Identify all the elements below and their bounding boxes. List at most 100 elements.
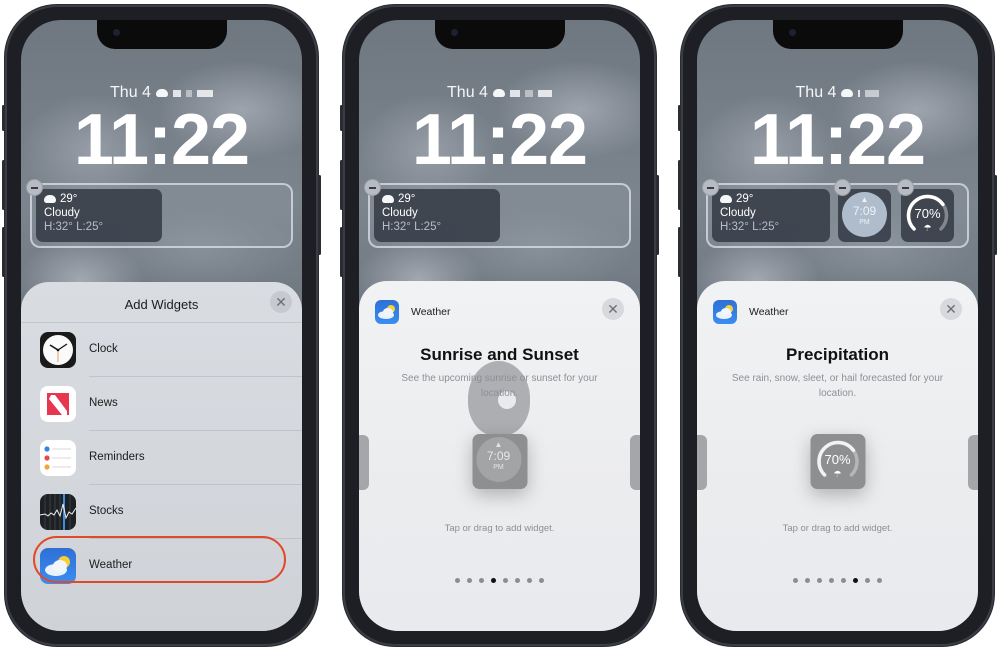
silent-switch bbox=[678, 105, 681, 131]
power-button bbox=[318, 175, 321, 255]
redacted-text bbox=[196, 89, 213, 97]
list-item-news[interactable]: News bbox=[21, 377, 302, 431]
widget-title: Sunrise and Sunset bbox=[420, 345, 579, 364]
close-button[interactable]: ✕ bbox=[940, 298, 962, 320]
app-label: Clock bbox=[89, 343, 118, 355]
redacted-text bbox=[185, 89, 192, 97]
page-dot[interactable] bbox=[877, 578, 882, 583]
page-dot[interactable] bbox=[527, 578, 532, 583]
volume-up-button bbox=[678, 160, 681, 210]
widget-detail-sheet: Weather ✕ Precipitation See rain, snow, … bbox=[697, 281, 978, 631]
lock-time: 11:22 bbox=[749, 100, 926, 180]
sunset-widget[interactable]: ▲ 7:09 PM bbox=[838, 189, 891, 242]
widget-tray[interactable]: 29° Cloudy H:32° L:25° bbox=[364, 179, 631, 248]
widget-tray[interactable]: 29° Cloudy H:32° L:25° ▲ 7:09 PM 70% ☂ bbox=[702, 179, 969, 248]
list-item-stocks[interactable]: Stocks bbox=[21, 485, 302, 539]
redacted-text bbox=[509, 89, 520, 97]
sunset-time: 7:09 bbox=[852, 204, 877, 218]
remove-widget-button[interactable] bbox=[897, 179, 914, 196]
app-label: Stocks bbox=[89, 505, 124, 517]
page-dot-active[interactable] bbox=[853, 578, 858, 583]
silent-switch bbox=[2, 105, 5, 131]
precipitation-widget-preview[interactable]: 70% ☂ bbox=[810, 434, 865, 489]
phone-add-widgets: Thu 4 11:22 29° Cloudy H:32° L:25° Add W… bbox=[2, 5, 321, 646]
remove-widget-button[interactable] bbox=[834, 179, 851, 196]
app-name: Weather bbox=[411, 306, 451, 318]
redacted-text bbox=[537, 89, 552, 97]
sunset-widget-preview[interactable]: ▲ 7:09 PM bbox=[472, 434, 527, 489]
close-button[interactable]: ✕ bbox=[602, 298, 624, 320]
power-button bbox=[994, 175, 997, 255]
silent-switch bbox=[340, 105, 343, 131]
next-widget-peek[interactable] bbox=[630, 435, 640, 490]
lock-screen: Thu 4 11:22 29° Cloudy H:32° L:25° Weath… bbox=[359, 20, 640, 631]
page-indicator[interactable] bbox=[359, 578, 640, 583]
lock-time: 11:22 bbox=[73, 100, 250, 180]
condition: Cloudy bbox=[720, 207, 756, 219]
weather-icon bbox=[375, 300, 399, 324]
cloud-icon bbox=[155, 89, 168, 97]
next-widget-peek[interactable] bbox=[968, 435, 978, 490]
camera-icon bbox=[450, 29, 458, 36]
redacted-text bbox=[865, 89, 880, 97]
page-dot[interactable] bbox=[793, 578, 798, 583]
page-dot[interactable] bbox=[479, 578, 484, 583]
lock-time: 11:22 bbox=[411, 100, 588, 180]
page-dot[interactable] bbox=[805, 578, 810, 583]
widget-title: Precipitation bbox=[786, 345, 889, 364]
add-widgets-sheet: Add Widgets ✕ Clock News Reminders Stock… bbox=[21, 282, 302, 631]
page-dot[interactable] bbox=[841, 578, 846, 583]
list-item-reminders[interactable]: Reminders bbox=[21, 431, 302, 485]
app-label: News bbox=[89, 397, 118, 409]
volume-up-button bbox=[2, 160, 5, 210]
page-dot[interactable] bbox=[455, 578, 460, 583]
weather-widget[interactable]: 29° Cloudy H:32° L:25° bbox=[712, 189, 830, 242]
preview-ampm: PM bbox=[493, 464, 504, 471]
redacted-text bbox=[172, 89, 181, 97]
precipitation-widget[interactable]: 70% ☂ bbox=[901, 189, 954, 242]
phone-precipitation: Thu 4 11:22 29° Cloudy H:32° L:25° ▲ 7:0… bbox=[678, 5, 997, 646]
page-dot[interactable] bbox=[829, 578, 834, 583]
page-dot[interactable] bbox=[515, 578, 520, 583]
page-indicator[interactable] bbox=[697, 578, 978, 583]
redacted-text bbox=[858, 89, 861, 97]
widget-description: See the upcoming sunrise or sunset for y… bbox=[401, 373, 598, 399]
notch bbox=[96, 20, 227, 49]
weather-widget[interactable]: 29° Cloudy H:32° L:25° bbox=[36, 189, 162, 242]
redacted-text bbox=[524, 89, 533, 97]
remove-widget-button[interactable] bbox=[26, 179, 43, 196]
condition: Cloudy bbox=[382, 207, 418, 219]
page-dot[interactable] bbox=[467, 578, 472, 583]
phone-sunrise-sunset: Thu 4 11:22 29° Cloudy H:32° L:25° Weath… bbox=[340, 5, 659, 646]
list-item-clock[interactable]: Clock bbox=[21, 323, 302, 377]
sunset-ampm: PM bbox=[859, 219, 870, 226]
preview-time: 7:09 bbox=[486, 449, 511, 463]
volume-down-button bbox=[340, 227, 343, 277]
page-dot[interactable] bbox=[503, 578, 508, 583]
widget-tray[interactable]: 29° Cloudy H:32° L:25° bbox=[26, 179, 293, 248]
detail-header: Weather bbox=[713, 300, 789, 324]
previous-widget-peek[interactable] bbox=[697, 435, 707, 490]
lock-screen: Thu 4 11:22 29° Cloudy H:32° L:25° ▲ 7:0… bbox=[697, 20, 978, 631]
page-dot-active[interactable] bbox=[491, 578, 496, 583]
temperature: 29° bbox=[60, 193, 78, 205]
volume-down-button bbox=[2, 227, 5, 277]
camera-icon bbox=[788, 29, 796, 36]
news-icon bbox=[40, 386, 76, 422]
high-low: H:32° L:25° bbox=[720, 221, 780, 233]
remove-widget-button[interactable] bbox=[364, 179, 381, 196]
stocks-icon bbox=[40, 494, 76, 530]
tap-hint: Tap or drag to add widget. bbox=[444, 523, 555, 534]
remove-widget-button[interactable] bbox=[702, 179, 719, 196]
previous-widget-peek[interactable] bbox=[359, 435, 369, 490]
page-dot[interactable] bbox=[817, 578, 822, 583]
page-dot[interactable] bbox=[539, 578, 544, 583]
close-button[interactable]: ✕ bbox=[270, 291, 292, 313]
notch bbox=[772, 20, 903, 49]
cloud-icon bbox=[382, 195, 394, 203]
weather-widget[interactable]: 29° Cloudy H:32° L:25° bbox=[374, 189, 500, 242]
volume-up-button bbox=[340, 160, 343, 210]
preview-percent: 70% bbox=[824, 452, 851, 467]
page-dot[interactable] bbox=[865, 578, 870, 583]
cloud-icon bbox=[720, 195, 732, 203]
